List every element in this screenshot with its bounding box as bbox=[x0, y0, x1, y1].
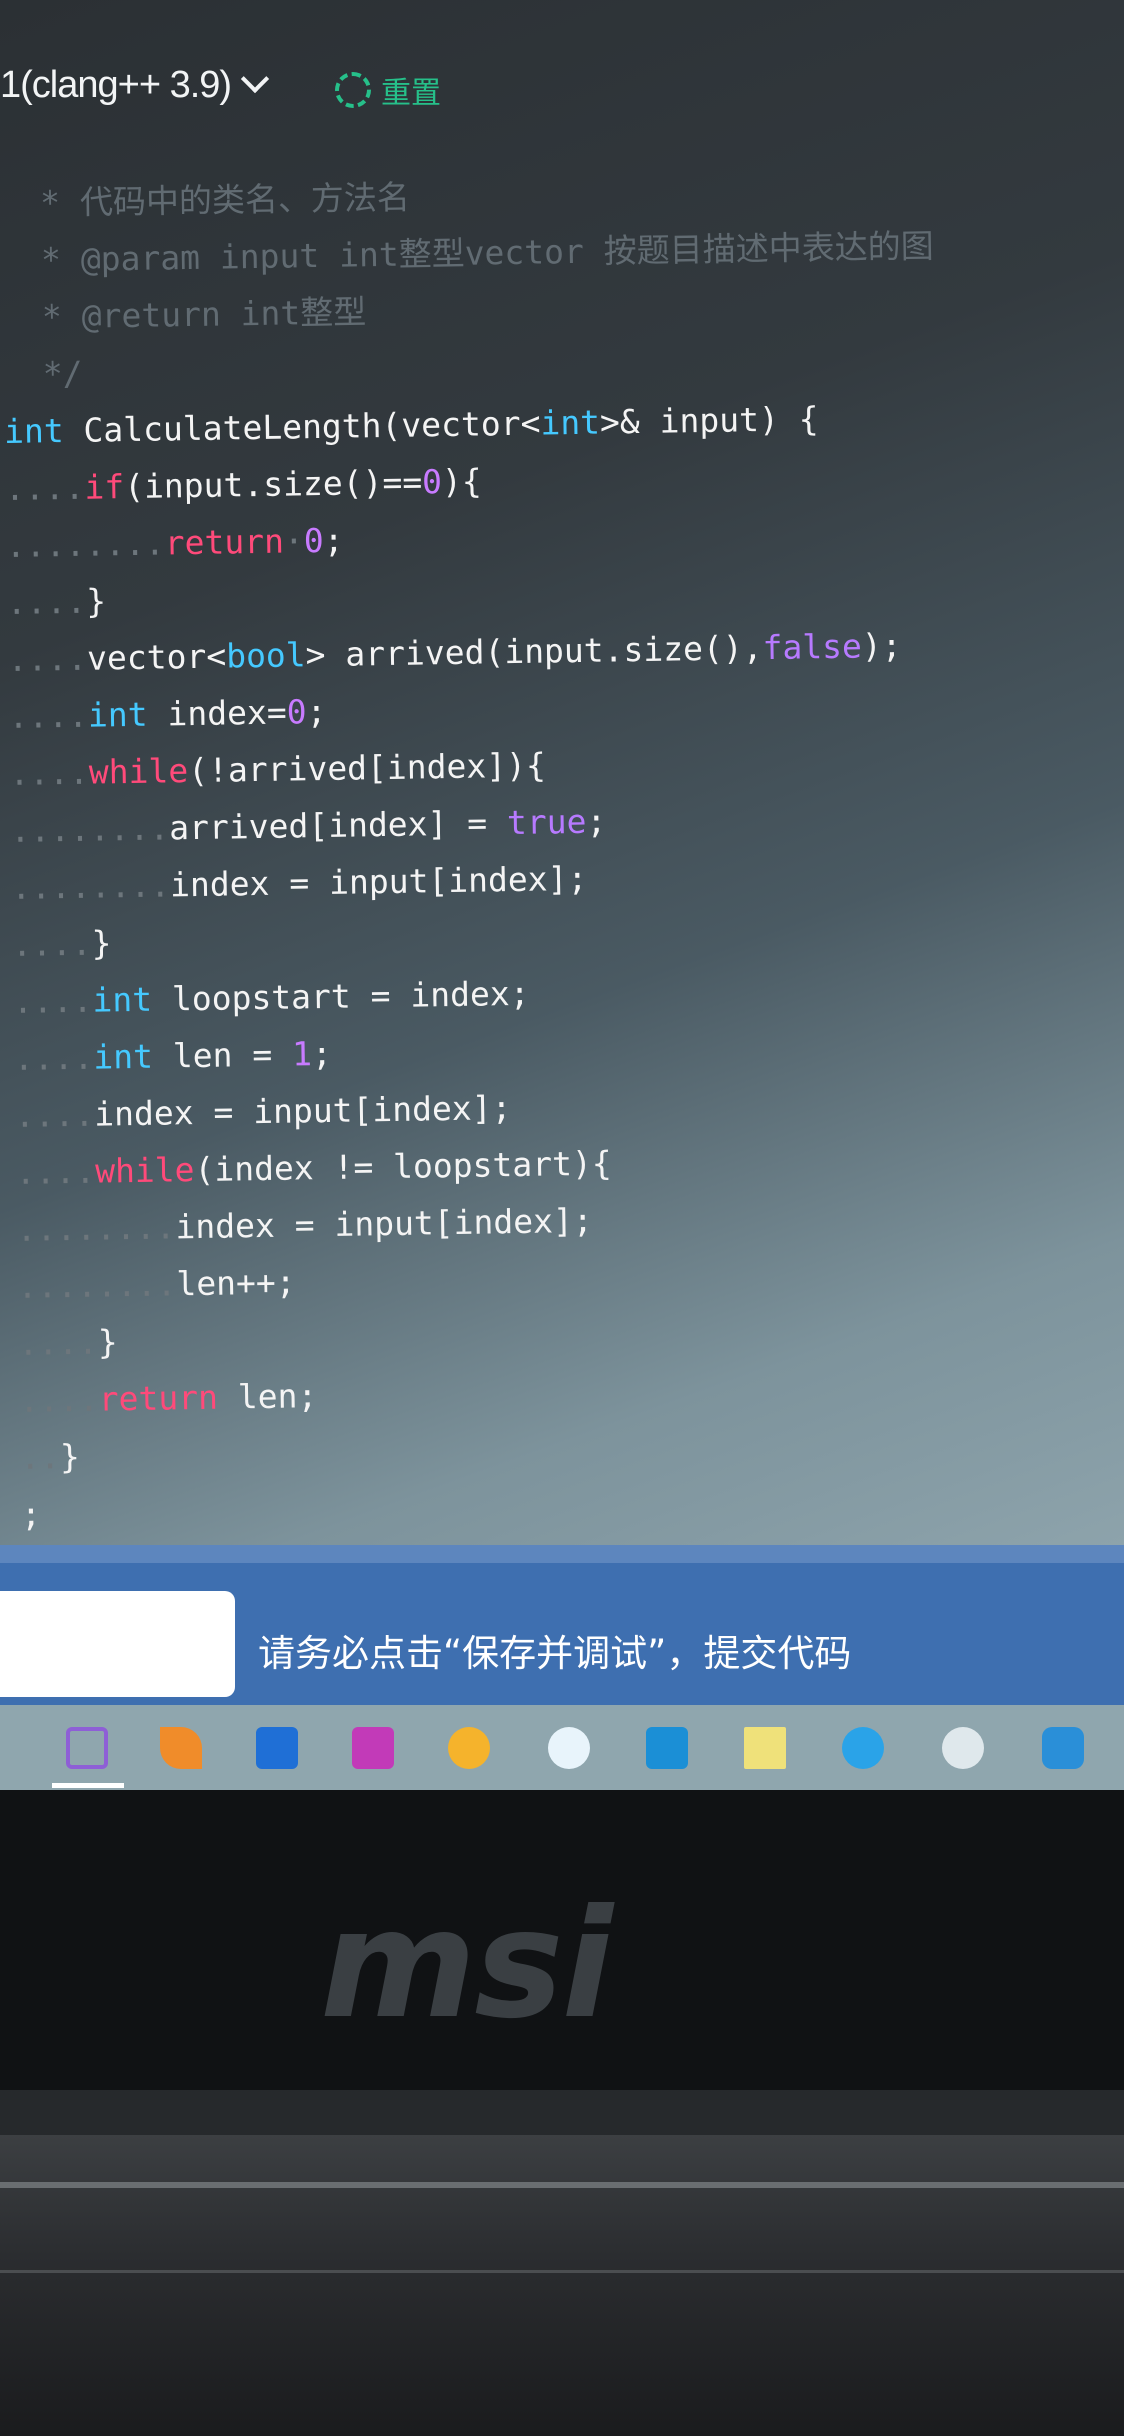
reset-label: 重置 bbox=[381, 76, 441, 111]
chevron-down-icon bbox=[240, 64, 270, 94]
visual-studio-icon[interactable] bbox=[66, 1727, 108, 1769]
deck-edge bbox=[0, 2182, 1124, 2188]
footer-notice-bar: 请务必点击“保存并调试”，提交代码 bbox=[0, 1545, 1124, 1705]
editor-toolbar: 1(clang++ 3.9) 重置 bbox=[0, 50, 1124, 120]
sticky-notes-icon[interactable] bbox=[744, 1727, 786, 1769]
active-app-indicator bbox=[52, 1783, 124, 1788]
app-icon[interactable] bbox=[448, 1727, 490, 1769]
photoshop-icon[interactable] bbox=[256, 1727, 298, 1769]
browser-icon[interactable] bbox=[548, 1727, 590, 1769]
qq-icon[interactable] bbox=[942, 1727, 984, 1769]
monitor-screen: 1(clang++ 3.9) 重置 * 代码中的类名、方法名 * @param … bbox=[0, 0, 1124, 1790]
deck-edge bbox=[0, 2270, 1124, 2273]
cloud-icon[interactable] bbox=[1042, 1727, 1084, 1769]
laptop-hinge bbox=[0, 2090, 1124, 2135]
image-app-icon[interactable] bbox=[646, 1727, 688, 1769]
taskbar bbox=[0, 1705, 1124, 1790]
reset-icon bbox=[335, 72, 371, 108]
brand-logo: msi bbox=[320, 1878, 613, 2052]
save-and-debug-button[interactable] bbox=[0, 1591, 235, 1697]
code-editor[interactable]: * 代码中的类名、方法名 * @param input int整型vector … bbox=[0, 157, 1124, 1542]
language-selector[interactable]: 1(clang++ 3.9) bbox=[0, 64, 270, 107]
language-selector-label: 1(clang++ 3.9) bbox=[0, 64, 232, 106]
laptop-deck bbox=[0, 2135, 1124, 2436]
reset-button[interactable]: 重置 bbox=[335, 68, 441, 112]
matlab-icon[interactable] bbox=[160, 1727, 202, 1769]
footer-edge bbox=[0, 1545, 1124, 1563]
onenote-icon[interactable] bbox=[352, 1727, 394, 1769]
submit-notice: 请务必点击“保存并调试”，提交代码 bbox=[258, 1632, 852, 1675]
chat-icon[interactable] bbox=[842, 1727, 884, 1769]
